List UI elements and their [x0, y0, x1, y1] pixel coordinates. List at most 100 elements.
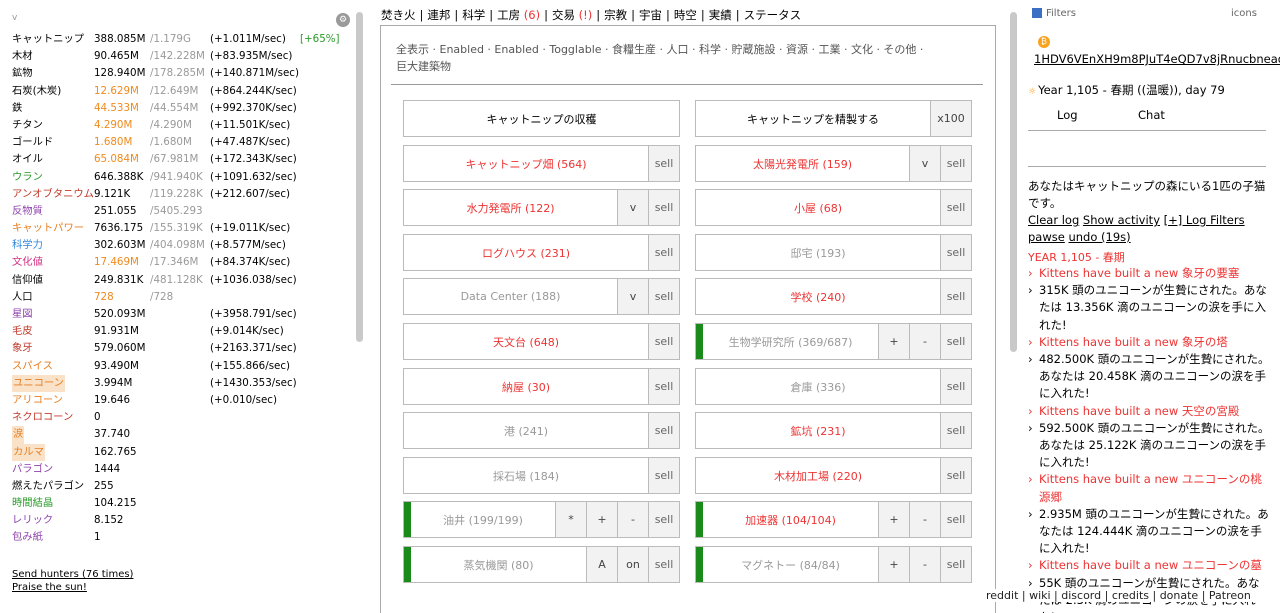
- refine-catnip-button[interactable]: キャットニップを精製する x100: [695, 100, 972, 137]
- collapse-toggle[interactable]: v: [12, 13, 17, 23]
- building-filters[interactable]: 全表示 · Enabled · Enabled · Togglable · 食糧…: [396, 41, 976, 75]
- refine-x100-button[interactable]: x100: [930, 101, 971, 136]
- sell-button[interactable]: sell: [940, 146, 971, 181]
- building-button[interactable]: 納屋 (30) sell: [403, 368, 680, 405]
- tab-7[interactable]: 宇宙: [639, 8, 662, 22]
- pawse-link[interactable]: pawse: [1028, 230, 1065, 244]
- footer-links[interactable]: reddit | wiki | discord | credits | dona…: [986, 589, 1280, 602]
- tab-2[interactable]: 連邦: [427, 8, 450, 22]
- sell-button[interactable]: sell: [940, 235, 971, 270]
- praise-sun-link[interactable]: Praise the sun!: [12, 581, 133, 594]
- sell-button[interactable]: sell: [648, 235, 679, 270]
- building-control-button[interactable]: +: [586, 502, 617, 537]
- sell-button[interactable]: sell: [648, 502, 679, 537]
- sell-button[interactable]: sell: [940, 190, 971, 225]
- building-button[interactable]: 天文台 (648) sell: [403, 323, 680, 360]
- main-scrollbar[interactable]: [1010, 12, 1017, 352]
- building-button[interactable]: 小屋 (68) sell: [695, 189, 972, 226]
- log-entry-text: Kittens have built a new ユニコーンの墓: [1039, 558, 1262, 573]
- tab-10[interactable]: ステータス: [744, 8, 802, 22]
- resource-row: ユニコーン 3.994M (+1430.353/sec): [12, 374, 352, 392]
- building-button[interactable]: 油井 (199/199) * + - sell: [403, 501, 680, 538]
- log-entry-text: 592.500K 頭のユニコーンが生贄にされた。あなたは 25.122K 滴のユ…: [1039, 420, 1270, 470]
- building-control-button[interactable]: v: [617, 190, 648, 225]
- tab-3[interactable]: 科学: [462, 8, 485, 22]
- building-control-button[interactable]: A: [586, 547, 617, 582]
- building-button[interactable]: 邸宅 (193) sell: [695, 234, 972, 271]
- gear-icon[interactable]: ⚙: [336, 13, 350, 27]
- tab-4[interactable]: 工房 (6): [497, 8, 540, 22]
- tab-8[interactable]: 時空: [674, 8, 697, 22]
- building-control-button[interactable]: v: [909, 146, 940, 181]
- building-button[interactable]: 港 (241) sell: [403, 412, 680, 449]
- building-control-button[interactable]: -: [909, 547, 940, 582]
- tab-5[interactable]: 交易 (!): [552, 8, 592, 22]
- sell-button[interactable]: sell: [940, 502, 971, 537]
- building-button[interactable]: ログハウス (231) sell: [403, 234, 680, 271]
- undo-link[interactable]: undo (19s): [1068, 230, 1130, 244]
- building-button[interactable]: 学校 (240) sell: [695, 278, 972, 315]
- building-button[interactable]: 倉庫 (336) sell: [695, 368, 972, 405]
- tab-chat[interactable]: Chat: [1138, 108, 1165, 122]
- resource-scrollbar[interactable]: [356, 12, 363, 342]
- building-control-button[interactable]: -: [617, 502, 648, 537]
- building-button[interactable]: 木材加工場 (220) sell: [695, 457, 972, 494]
- building-button[interactable]: キャットニップ畑 (564) sell: [403, 145, 680, 182]
- log-panel: Filters icons ₿ 1HDV6VEnXH9m8PJuT4eQD7v8…: [1028, 0, 1280, 613]
- building-button[interactable]: 太陽光発電所 (159) v sell: [695, 145, 972, 182]
- sell-button[interactable]: sell: [648, 324, 679, 359]
- resource-max: /481.128K: [150, 273, 203, 286]
- sell-button[interactable]: sell: [940, 413, 971, 448]
- sell-button[interactable]: sell: [648, 547, 679, 582]
- building-control-button[interactable]: +: [878, 547, 909, 582]
- filters-label[interactable]: Filters: [1046, 8, 1076, 19]
- filter-line-1[interactable]: 全表示 · Enabled · Enabled · Togglable · 食糧…: [396, 41, 976, 58]
- sell-button[interactable]: sell: [648, 190, 679, 225]
- filters-checkbox[interactable]: [1032, 8, 1042, 18]
- building-control-button[interactable]: on: [617, 547, 648, 582]
- log-entry-marker: ›: [1028, 472, 1033, 487]
- building-button[interactable]: 生物学研究所 (369/687) + - sell: [695, 323, 972, 360]
- sell-button[interactable]: sell: [648, 279, 679, 314]
- sell-button[interactable]: sell: [648, 413, 679, 448]
- building-button[interactable]: 水力発電所 (122) v sell: [403, 189, 680, 226]
- resource-max: /941.940K: [150, 170, 203, 183]
- resource-rate: (+172.343K/sec): [210, 153, 297, 166]
- sell-button[interactable]: sell: [940, 279, 971, 314]
- building-button[interactable]: マグネトー (84/84) + - sell: [695, 546, 972, 583]
- building-control-button[interactable]: -: [909, 502, 940, 537]
- resource-name: レリック: [12, 514, 54, 527]
- tab-6[interactable]: 宗教: [604, 8, 627, 22]
- sell-button[interactable]: sell: [940, 547, 971, 582]
- gather-catnip-button[interactable]: キャットニップの収穫: [403, 100, 680, 137]
- building-button[interactable]: 蒸気機関 (80) Aon sell: [403, 546, 680, 583]
- building-control-button[interactable]: v: [617, 279, 648, 314]
- log-filters-link[interactable]: [+] Log Filters: [1164, 213, 1245, 227]
- tab-9[interactable]: 実績: [709, 8, 732, 22]
- show-activity-link[interactable]: Show activity: [1083, 213, 1160, 227]
- building-button[interactable]: 鉱坑 (231) sell: [695, 412, 972, 449]
- sell-button[interactable]: sell: [648, 458, 679, 493]
- sell-button[interactable]: sell: [648, 146, 679, 181]
- donation-address[interactable]: 1HDV6VEnXH9m8PJuT4eQD7v8jRnucbneaq: [1034, 52, 1280, 66]
- filter-line-2[interactable]: 巨大建築物: [396, 58, 976, 75]
- tab-count-badge: (!): [574, 8, 593, 22]
- resource-amount: 0: [94, 411, 101, 424]
- building-button[interactable]: 採石場 (184) sell: [403, 457, 680, 494]
- building-button[interactable]: Data Center (188) v sell: [403, 278, 680, 315]
- sell-button[interactable]: sell: [940, 369, 971, 404]
- building-control-button[interactable]: -: [909, 324, 940, 359]
- tab-1[interactable]: 焚き火: [381, 8, 416, 22]
- filters-right-label: icons: [1231, 8, 1257, 19]
- building-control-button[interactable]: *: [555, 502, 586, 537]
- send-hunters-link[interactable]: Send hunters (76 times): [12, 568, 133, 581]
- building-control-button[interactable]: +: [878, 324, 909, 359]
- building-button[interactable]: 加速器 (104/104) + - sell: [695, 501, 972, 538]
- clear-log-link[interactable]: Clear log: [1028, 213, 1079, 227]
- sell-button[interactable]: sell: [940, 324, 971, 359]
- tab-log[interactable]: Log: [1057, 108, 1078, 122]
- building-control-button[interactable]: +: [878, 502, 909, 537]
- resource-name: アンオブタニウム: [12, 187, 94, 200]
- sell-button[interactable]: sell: [648, 369, 679, 404]
- sell-button[interactable]: sell: [940, 458, 971, 493]
